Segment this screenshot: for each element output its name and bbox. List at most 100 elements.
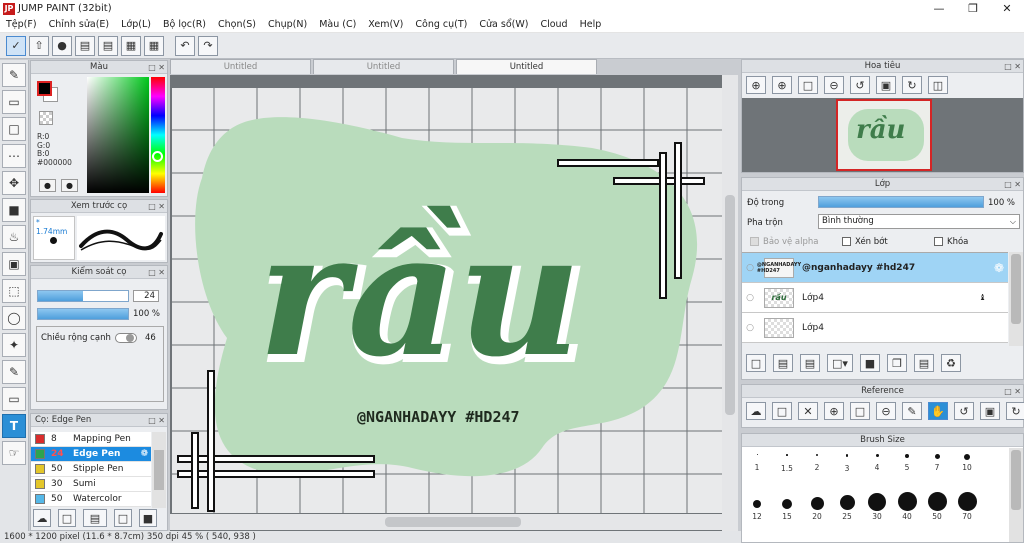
layer-row-selected[interactable]: ○ @NGANHADAYY #HD247 @nganhadayy #hd247 …: [742, 253, 1008, 283]
document-icon[interactable]: ▤: [98, 35, 118, 56]
brush-size-option[interactable]: 50: [922, 492, 952, 521]
eraser-tool-icon[interactable]: ▭: [2, 90, 26, 114]
brush-item[interactable]: 30 Sumi: [31, 477, 151, 492]
new-layer-icon[interactable]: □: [746, 354, 766, 372]
flip-icon[interactable]: ◫: [928, 76, 948, 94]
new-1bit-layer-icon[interactable]: ▤: [800, 354, 820, 372]
menu-layer[interactable]: Lớp(L): [115, 19, 157, 30]
brush-size-scrollbar[interactable]: [1009, 448, 1023, 542]
menu-help[interactable]: Help: [574, 19, 608, 30]
menu-filter[interactable]: Bộ lọc(R): [157, 19, 212, 30]
palette-icon[interactable]: ●: [39, 179, 56, 192]
text-tool-icon[interactable]: T: [2, 414, 26, 438]
add-layer-menu-icon[interactable]: □▾: [827, 354, 853, 372]
layer-visibility-icon[interactable]: ○: [742, 263, 758, 273]
document-tab[interactable]: Untitled: [313, 59, 454, 74]
rotate-right-icon[interactable]: ↻: [902, 76, 922, 94]
restore-icon[interactable]: ❐: [956, 0, 990, 17]
undo-icon[interactable]: ↶: [175, 35, 195, 56]
zoom-out-icon[interactable]: ⊖: [824, 76, 844, 94]
brush-size-option[interactable]: 2: [802, 454, 832, 473]
menu-tools[interactable]: Công cụ(T): [409, 19, 473, 30]
hue-knob[interactable]: [152, 151, 163, 162]
brush-copy-icon[interactable]: □: [114, 509, 132, 527]
blend-mode-select[interactable]: Bình thường ⌵: [818, 214, 1020, 229]
rotate-left-icon[interactable]: ↺: [850, 76, 870, 94]
reference-fit-icon[interactable]: □: [850, 402, 870, 420]
reference-open-icon[interactable]: ☁: [746, 402, 766, 420]
canvas-artwork[interactable]: rầu rầu @NGANHADAYY #HD247: [172, 88, 724, 513]
brush-size-option[interactable]: 30: [862, 493, 892, 521]
reference-rotate-icon[interactable]: ↺: [954, 402, 974, 420]
speech-bubble-icon[interactable]: ●: [52, 35, 72, 56]
hand-tool-icon[interactable]: ☞: [2, 441, 26, 465]
reference-actual-size-icon[interactable]: ▣: [980, 402, 1000, 420]
navigator-viewport[interactable]: rầu: [836, 99, 932, 171]
menu-window[interactable]: Cửa sổ(W): [473, 19, 534, 30]
move-tool-icon[interactable]: ✥: [2, 171, 26, 195]
brush-size-value[interactable]: 24: [133, 290, 159, 302]
grid-settings-icon[interactable]: ▦: [144, 35, 164, 56]
transparent-color-swatch[interactable]: [39, 111, 53, 125]
brush-size-option[interactable]: 70: [952, 492, 982, 521]
reference-file-icon[interactable]: □: [772, 402, 792, 420]
magic-wand-tool-icon[interactable]: ✦: [2, 333, 26, 357]
brush-new-icon[interactable]: □: [58, 509, 76, 527]
canvas-vertical-scrollbar[interactable]: [722, 75, 738, 531]
layer-settings-gear-icon[interactable]: ❁: [994, 261, 1004, 275]
close-icon[interactable]: ✕: [990, 0, 1024, 17]
share-icon[interactable]: ⇧: [29, 35, 49, 56]
select-rect-tool-icon[interactable]: ⬚: [2, 279, 26, 303]
layer-visibility-icon[interactable]: ○: [742, 323, 758, 333]
layer-row[interactable]: ○ Lớp4: [742, 313, 1008, 343]
document-tab-active[interactable]: Untitled: [456, 59, 597, 74]
protect-alpha-checkbox[interactable]: Bảo vệ alpha: [750, 237, 818, 247]
clipping-checkbox[interactable]: Xén bớt: [842, 237, 888, 247]
delete-layer-icon[interactable]: ♻: [941, 354, 961, 372]
fill-rect-tool-icon[interactable]: ■: [2, 198, 26, 222]
bucket-tool-icon[interactable]: ♨: [2, 225, 26, 249]
brush-size-option[interactable]: 25: [832, 495, 862, 521]
layer-row[interactable]: ○ rầu Lớp4 ♝: [742, 283, 1008, 313]
brush-size-slider[interactable]: [37, 290, 129, 302]
brush-size-option[interactable]: 4: [862, 454, 892, 473]
select-eraser-tool-icon[interactable]: ▭: [2, 387, 26, 411]
reference-flip-icon[interactable]: ↻: [1006, 402, 1024, 420]
brush-size-option[interactable]: 20: [802, 497, 832, 521]
layer-opacity-slider[interactable]: [818, 196, 984, 208]
menu-view[interactable]: Xem(V): [362, 19, 409, 30]
reference-eyedropper-icon[interactable]: ✎: [902, 402, 922, 420]
edge-width-toggle[interactable]: [115, 333, 137, 343]
brush-size-option[interactable]: 3: [832, 454, 862, 473]
reference-close-icon[interactable]: ✕: [798, 402, 818, 420]
fit-window-icon[interactable]: □: [798, 76, 818, 94]
brush-opacity-slider[interactable]: [37, 308, 129, 320]
canvas-horizontal-scrollbar[interactable]: [170, 514, 738, 530]
quick-mode-icon[interactable]: ✓: [6, 35, 26, 56]
hue-slider[interactable]: [151, 77, 165, 193]
rectangle-tool-icon[interactable]: □: [2, 117, 26, 141]
brush-item[interactable]: 50 Watercolor: [31, 492, 151, 507]
brush-list-scrollbar[interactable]: [152, 432, 166, 508]
canvas-area[interactable]: rầu rầu @NGANHADAYY #HD247: [170, 75, 738, 531]
palette-add-icon[interactable]: ●: [61, 179, 78, 192]
reference-hand-icon[interactable]: ✋: [928, 402, 948, 420]
menu-edit[interactable]: Chỉnh sửa(E): [43, 19, 116, 30]
duplicate-layer-icon[interactable]: ❐: [887, 354, 907, 372]
dotted-pen-tool-icon[interactable]: ⋯: [2, 144, 26, 168]
brush-menu-icon[interactable]: ▤: [83, 509, 107, 527]
brush-folder-icon[interactable]: ■: [139, 509, 157, 527]
zoom-fit-icon[interactable]: ⊕: [772, 76, 792, 94]
layer-folder-icon[interactable]: ■: [860, 354, 880, 372]
merge-layer-icon[interactable]: ▤: [914, 354, 934, 372]
brush-size-option[interactable]: 12: [742, 500, 772, 521]
lock-checkbox[interactable]: Khóa: [934, 237, 968, 247]
zoom-in-icon[interactable]: ⊕: [746, 76, 766, 94]
lasso-tool-icon[interactable]: ◯: [2, 306, 26, 330]
reference-zoom-out-icon[interactable]: ⊖: [876, 402, 896, 420]
menu-select[interactable]: Chọn(S): [212, 19, 262, 30]
brush-item[interactable]: 8 Mapping Pen: [31, 432, 151, 447]
brush-size-option[interactable]: 40: [892, 492, 922, 521]
brush-size-option[interactable]: 15: [772, 499, 802, 521]
foreground-color-swatch[interactable]: [37, 81, 52, 96]
